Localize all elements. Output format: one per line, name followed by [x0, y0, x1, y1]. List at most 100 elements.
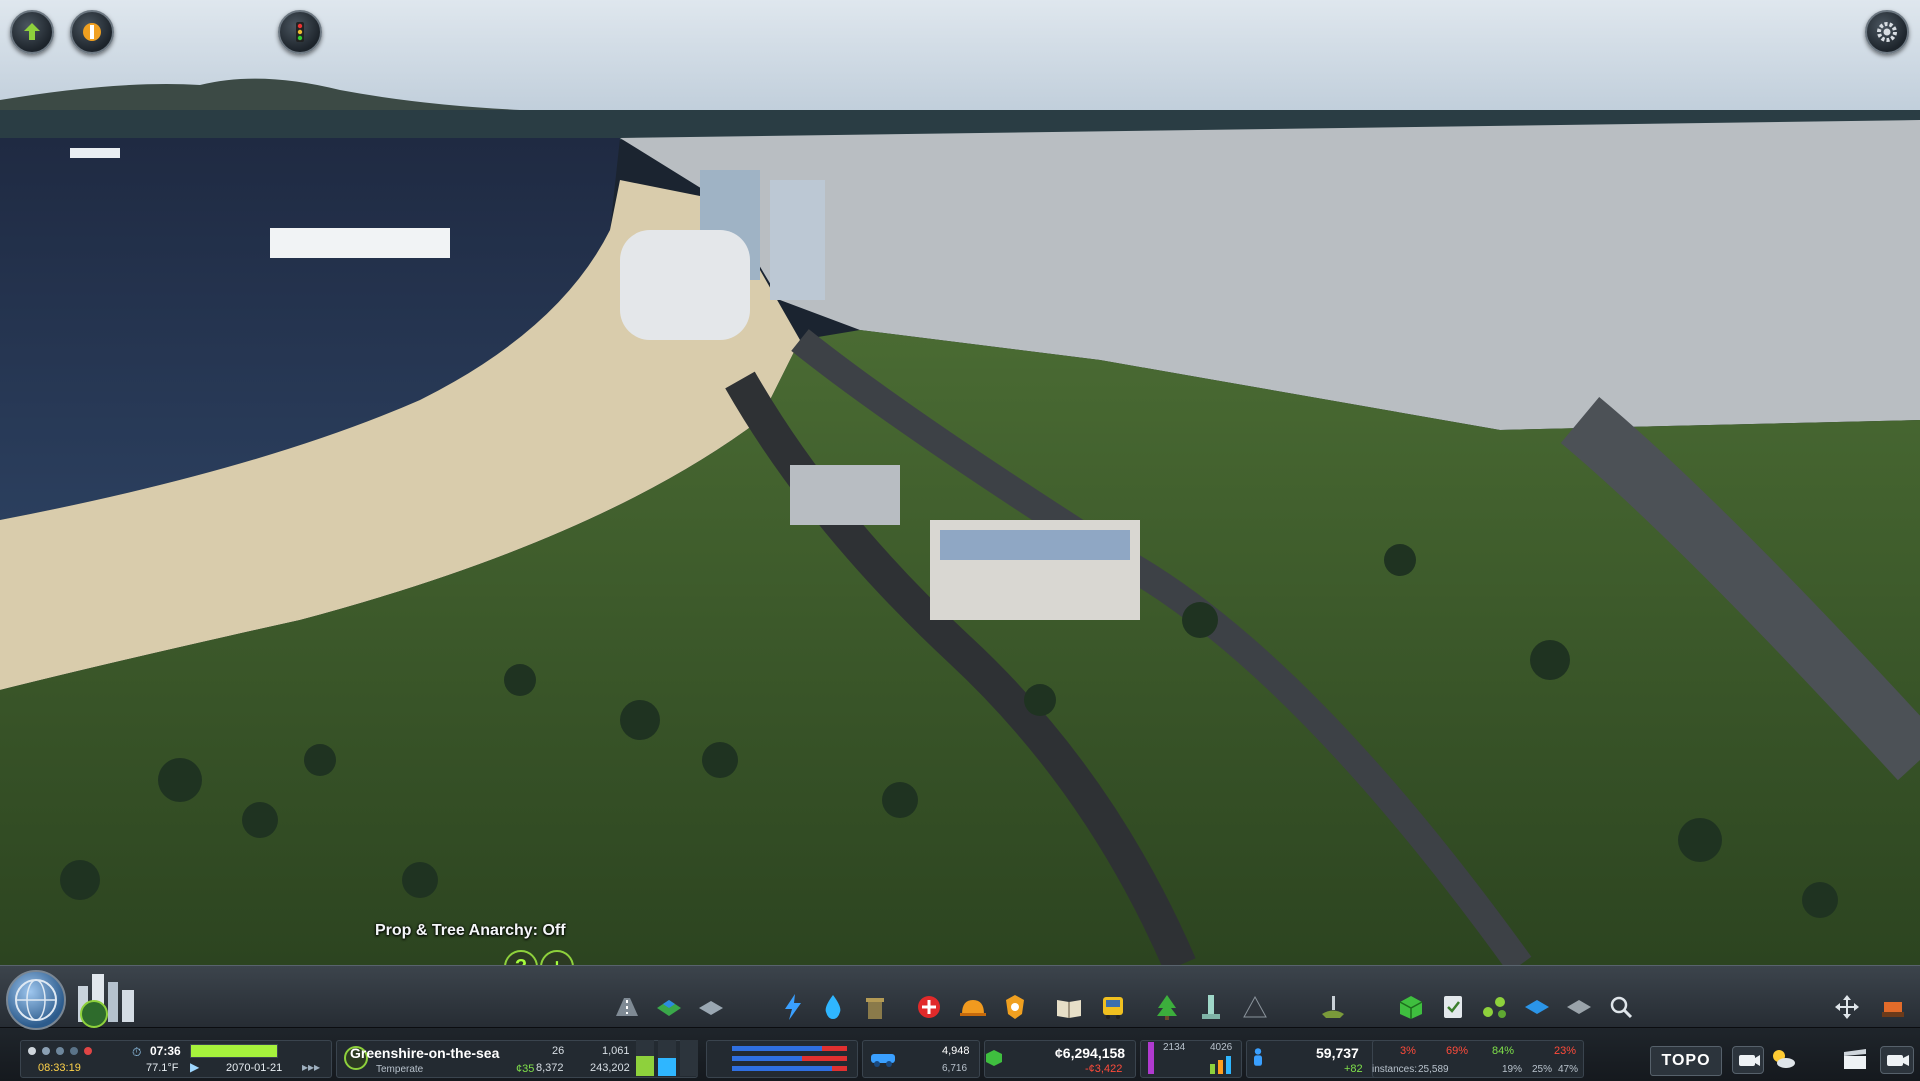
parks-tool[interactable]: [1150, 990, 1184, 1024]
police-tool[interactable]: [998, 990, 1032, 1024]
green-cube-icon: [1399, 996, 1423, 1019]
pct-f-text: 25%: [1532, 1064, 1553, 1075]
globe-icon: [15, 979, 57, 1021]
search-icon: [1610, 996, 1633, 1019]
vehicles-text: 4,948: [942, 1045, 970, 1057]
weather-icons: [26, 1044, 116, 1056]
traffic-routes-button[interactable]: [278, 10, 322, 54]
camera-move-tool[interactable]: [1830, 990, 1864, 1024]
book-icon: [1057, 1000, 1081, 1018]
monument-icon: [1202, 995, 1220, 1019]
weather-button[interactable]: [1768, 1046, 1798, 1072]
shovel-icon: [1322, 996, 1344, 1018]
bulldozer-icon: [1882, 1002, 1904, 1017]
money-text: ¢6,294,158: [1055, 1045, 1126, 1061]
bus-icon: [1103, 997, 1123, 1019]
bar-value-b-text: 4026: [1210, 1042, 1233, 1053]
monuments-tool[interactable]: [1238, 990, 1272, 1024]
pct-b-text: 69%: [1446, 1045, 1469, 1057]
session-time-text: 08:33:19: [38, 1062, 81, 1074]
checklist-icon: [1444, 996, 1462, 1018]
cinematic-button[interactable]: [1840, 1046, 1870, 1072]
terrain-tool[interactable]: [1562, 990, 1596, 1024]
pct-a-text: 3%: [1400, 1045, 1416, 1057]
transport-tool[interactable]: [1096, 990, 1130, 1024]
stat-bar-a: [1148, 1042, 1154, 1074]
pct-c-text: 84%: [1492, 1045, 1515, 1057]
day-progress-bar: [190, 1044, 278, 1058]
tile-value-text: ¢35: [516, 1063, 535, 1075]
car-icon: [871, 1054, 895, 1067]
pct-e-text: 19%: [1502, 1064, 1523, 1075]
roads-tool[interactable]: [610, 990, 644, 1024]
garbage-tool[interactable]: [858, 990, 892, 1024]
checklist-tool[interactable]: [1436, 990, 1470, 1024]
camera-icon: [1739, 1055, 1760, 1066]
find-tool[interactable]: [1604, 990, 1638, 1024]
time-text: 07:36: [150, 1044, 181, 1058]
free-camera-button[interactable]: [1880, 1046, 1914, 1074]
counts-b-text: 1,061: [602, 1045, 630, 1057]
network-tool[interactable]: [1478, 990, 1512, 1024]
unlock-icon: [24, 23, 40, 40]
trash-can-icon: [866, 998, 884, 1019]
temperature-text: 77.1°F: [146, 1062, 179, 1074]
education-tool[interactable]: [1052, 990, 1086, 1024]
settings-button[interactable]: [1865, 10, 1909, 54]
city-globe-button[interactable]: [6, 970, 66, 1030]
play-icon[interactable]: ▶: [190, 1060, 199, 1074]
video-camera-icon: [1887, 1055, 1909, 1066]
climate-text: Temperate: [376, 1064, 424, 1075]
move-arrows-icon: [1835, 995, 1859, 1019]
topo-button[interactable]: TOPO: [1650, 1046, 1722, 1076]
blue-tile-icon: [1525, 1000, 1549, 1014]
zoning-tool[interactable]: [652, 990, 686, 1024]
electricity-tool[interactable]: [776, 990, 810, 1024]
vehicles-max-text: 6,716: [942, 1063, 968, 1074]
zoning-icon: [657, 1000, 681, 1016]
unique-buildings-tool[interactable]: [1194, 990, 1228, 1024]
city-name-text[interactable]: Greenshire-on-the-sea: [350, 1045, 499, 1061]
instances-text: 25,589: [1418, 1064, 1449, 1075]
city-viewport[interactable]: [0, 0, 1920, 1080]
surface-painter-tool[interactable]: [1520, 990, 1554, 1024]
bulldoze-tool[interactable]: [1876, 990, 1910, 1024]
money-cube-icon: [986, 1050, 1002, 1066]
landscaping-tool[interactable]: [1316, 990, 1350, 1024]
clock-icon: ⏱: [132, 1045, 142, 1059]
date-text: 2070-01-21: [226, 1062, 283, 1074]
move-it-tool[interactable]: [1394, 990, 1428, 1024]
fire-tool[interactable]: [956, 990, 990, 1024]
gear-icon: [1877, 22, 1897, 42]
speed-icon[interactable]: ▸▸▸: [302, 1060, 320, 1074]
service-meters: [712, 1044, 852, 1074]
traffic-light-icon: [296, 22, 304, 42]
refresh-button[interactable]: [80, 1000, 108, 1028]
tree-icon: [1157, 995, 1177, 1020]
healthcare-icon: [918, 996, 940, 1018]
sun-cloud-icon: [1773, 1050, 1795, 1068]
pct-g-text: 47%: [1558, 1064, 1579, 1075]
lightning-icon: [785, 994, 801, 1020]
gray-tile-icon: [1567, 1000, 1591, 1014]
counts-a-text: 8,372: [536, 1062, 564, 1074]
tile-count-text: 26: [552, 1045, 565, 1057]
instances-label: instances:: [1372, 1064, 1418, 1075]
population-text: 59,737: [1316, 1045, 1359, 1061]
advisor-icon: [83, 23, 101, 41]
unlock-button[interactable]: [10, 10, 54, 54]
police-badge-icon: [1006, 995, 1024, 1019]
person-icon: [1254, 1048, 1262, 1066]
district-icon: [699, 1001, 723, 1015]
water-drop-icon: [825, 995, 841, 1019]
pyramid-icon: [1243, 995, 1267, 1018]
demand-bars: [636, 1040, 700, 1076]
camera-button[interactable]: [1732, 1046, 1764, 1074]
stat-chart: [1210, 1056, 1232, 1074]
advisor-button[interactable]: [70, 10, 114, 54]
prop-tree-anarchy-label: Prop & Tree Anarchy: Off: [375, 922, 566, 939]
water-tool[interactable]: [816, 990, 850, 1024]
healthcare-tool[interactable]: [912, 990, 946, 1024]
districts-tool[interactable]: [694, 990, 728, 1024]
income-text: -¢3,422: [1085, 1063, 1123, 1075]
